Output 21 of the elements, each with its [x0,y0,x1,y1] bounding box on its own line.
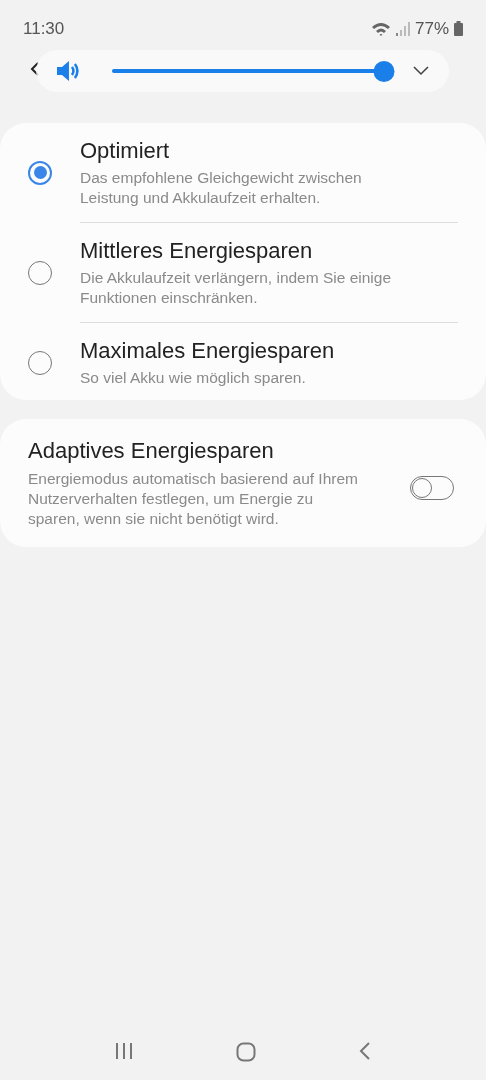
speaker-icon[interactable] [56,60,82,82]
recent-apps-icon[interactable] [115,1042,134,1060]
mode-title: Maximales Energiesparen [80,337,336,365]
status-time: 11:30 [23,17,65,40]
battery-icon [454,21,463,36]
mode-title: Mittleres Energiesparen [80,237,314,265]
mode-title: Optimiert [80,137,171,165]
adaptive-description: Energiemodus automatisch basierend auf Ihrem Nutzerverhalten festlegen, um Energie zu sparen, wenn sie nicht benötigt wird. [28,469,359,529]
adaptive-title: Adaptives Energiesparen [28,437,275,465]
wifi-icon [370,20,391,37]
mode-option[interactable]: Optimiert Das empfohlene Gleichgewicht zwischen Leistung und Akkulaufzeit erhalten. [0,137,486,208]
battery-percentage: 77% [414,17,449,40]
chevron-down-icon[interactable] [413,66,429,76]
mode-description: Die Akkulaufzeit verlängern, indem Sie einige Funktionen einschränken. [80,268,393,308]
mode-description: So viel Akku wie möglich sparen. [80,368,307,388]
home-icon[interactable] [236,1042,256,1062]
mode-option[interactable]: Mittleres Energiesparen Die Akkulaufzeit verlängern, indem Sie einige Funktionen einschränken. [0,237,486,308]
signal-icon [395,21,410,36]
mode-description: Das empfohlene Gleichgewicht zwischen Leistung und Akkulaufzeit erhalten. [80,168,363,208]
mode-option[interactable]: Maximales Energiesparen So viel Akku wie möglich sparen. [0,337,486,388]
radio-button[interactable] [28,160,52,185]
